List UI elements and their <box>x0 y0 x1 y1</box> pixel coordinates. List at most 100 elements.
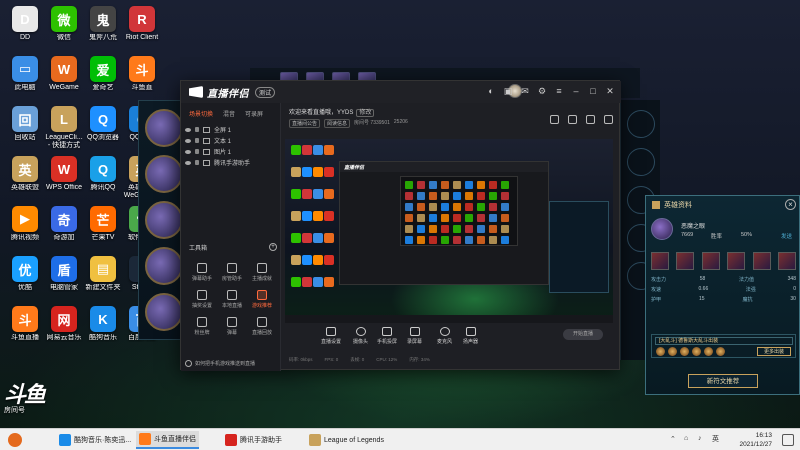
lock-icon[interactable] <box>195 138 199 143</box>
maximize-icon[interactable]: □ <box>588 86 598 96</box>
control-button[interactable]: 麦克风 <box>437 327 452 345</box>
add-tool-button[interactable]: + <box>269 243 277 251</box>
notification-icon[interactable] <box>782 434 794 446</box>
tool-button[interactable]: 粉丝牌 <box>187 317 217 336</box>
gift-icon[interactable]: ▣ <box>503 86 513 96</box>
scene-item[interactable]: 图片 1 <box>181 146 280 157</box>
hero-slot[interactable] <box>145 293 183 331</box>
recommend-runes-button[interactable]: 新符文推荐 <box>688 374 758 388</box>
room-meta-item[interactable]: 直播间公告 <box>289 119 321 128</box>
help-link[interactable]: 如何把手机游戏推送到直播 <box>195 360 255 367</box>
left-tab[interactable]: 可录屏 <box>245 109 263 118</box>
scene-item[interactable]: 文本 1 <box>181 135 280 146</box>
tray-chevron-icon[interactable]: ⌃ <box>670 435 679 444</box>
tool-button[interactable]: 直播回放 <box>247 317 277 336</box>
desktop-icon[interactable]: R Riot Client <box>119 4 165 54</box>
preview-app-icon <box>313 189 323 199</box>
nested-icon <box>489 192 497 200</box>
item-icon[interactable] <box>701 252 720 270</box>
start-button[interactable] <box>8 433 22 447</box>
status-item: FPS: 0 <box>324 357 339 362</box>
send-button[interactable]: 发送 <box>781 232 792 240</box>
left-tab[interactable]: 场景切换 <box>189 109 213 118</box>
network-icon[interactable]: ⌂ <box>684 435 693 444</box>
skin-icon[interactable]: ◐ <box>486 86 496 96</box>
ime-indicator[interactable]: 英 <box>712 434 719 444</box>
layout-icon[interactable] <box>550 115 559 124</box>
tool-button[interactable]: 弹幕助手 <box>187 263 217 282</box>
taskbar-app[interactable]: 腾讯手游助手 <box>222 431 285 449</box>
stat-cell: 30 <box>790 296 796 302</box>
tool-icon <box>257 317 267 327</box>
room-meta-item[interactable]: 阅读信息 <box>324 119 351 128</box>
app-icon <box>309 434 321 446</box>
control-button[interactable]: 录屏幕 <box>407 327 422 345</box>
taskbar-app[interactable]: 酷狗音乐·陈奕迅... <box>56 431 134 449</box>
control-button[interactable]: 扬声器 <box>463 327 478 345</box>
build-select[interactable]: [大乱斗] 德鲁斯大乱斗出装 <box>655 337 793 345</box>
douyu-watermark: 斗鱼 房间号 <box>4 383 48 423</box>
left-tab[interactable]: 混音 <box>223 109 235 118</box>
settings-icon[interactable]: ⚙ <box>537 86 547 96</box>
ring-icon <box>627 148 655 176</box>
minimize-icon[interactable]: – <box>571 86 581 96</box>
tool-button[interactable]: 弹幕 <box>217 317 247 336</box>
edit-title-button[interactable]: 修改 <box>356 109 375 117</box>
scene-item[interactable]: 全屏 1 <box>181 124 280 135</box>
item-icon[interactable] <box>727 252 746 270</box>
grid-icon[interactable] <box>568 115 577 124</box>
nested-icon <box>489 181 497 189</box>
eye-icon[interactable] <box>185 127 191 132</box>
more-builds-button[interactable]: 更多出装 <box>757 347 791 356</box>
close-icon[interactable]: × <box>785 199 796 210</box>
item-icon[interactable] <box>651 252 669 270</box>
hero-slot[interactable] <box>145 109 183 147</box>
lock-icon[interactable] <box>195 160 199 165</box>
desktop-icon[interactable]: 斗斗鱼直 <box>119 54 165 104</box>
volume-icon[interactable]: ♪ <box>698 435 707 444</box>
preview-app-icon <box>324 233 334 243</box>
close-icon[interactable]: ✕ <box>605 86 615 96</box>
window-titlebar[interactable]: 直播伴侣 测试 ◐ ▣ ✉ ⚙ ≡ – □ ✕ <box>181 81 621 103</box>
lock-icon[interactable] <box>195 149 199 154</box>
stat-cell: 348 <box>787 276 796 282</box>
app-icon: 英 <box>12 156 38 182</box>
nested-icon <box>405 203 413 211</box>
taskbar-app[interactable]: 斗鱼直播伴侣 <box>136 431 199 449</box>
mail-icon[interactable]: ✉ <box>520 86 530 96</box>
menu-icon[interactable]: ≡ <box>554 86 564 96</box>
scene-item[interactable]: 腾讯手游助手 <box>181 157 280 168</box>
rune-section: [大乱斗] 德鲁斯大乱斗出装 更多出装 <box>651 334 796 358</box>
start-live-button[interactable]: 开始直播 <box>563 329 603 340</box>
tool-button[interactable]: 游戏推荐 <box>247 290 277 309</box>
stream-preview[interactable]: 直播伴侣 <box>285 139 613 323</box>
app-icon: 盾 <box>51 256 77 282</box>
item-icon[interactable] <box>777 252 796 270</box>
app-icon: L <box>51 106 77 132</box>
gear-icon[interactable] <box>604 115 613 124</box>
hero-slot[interactable] <box>145 201 183 239</box>
control-button[interactable]: 手机投屏 <box>377 327 397 345</box>
tool-button[interactable]: 主播成就 <box>247 263 277 282</box>
control-button[interactable]: 直播设置 <box>321 327 341 345</box>
watermark-logo: 斗鱼 <box>4 382 46 407</box>
taskbar-app[interactable]: League of Legends <box>306 431 387 449</box>
tool-icon[interactable] <box>586 115 595 124</box>
tool-button[interactable]: 抽奖设置 <box>187 290 217 309</box>
tool-button[interactable]: 本地直播 <box>217 290 247 309</box>
eye-icon[interactable] <box>185 160 191 165</box>
item-icon[interactable] <box>752 252 771 270</box>
preview-app-icon <box>302 211 312 221</box>
eye-icon[interactable] <box>185 149 191 154</box>
control-button[interactable]: 摄像头 <box>353 327 368 345</box>
lock-icon[interactable] <box>195 127 199 132</box>
hero-slot[interactable] <box>145 155 183 193</box>
app-icon: W <box>51 56 77 82</box>
eye-icon[interactable] <box>185 138 191 143</box>
tool-button[interactable]: 房管助手 <box>217 263 247 282</box>
clock[interactable]: 16:13 2021/12/27 <box>739 431 772 449</box>
hero-slot[interactable] <box>145 247 183 285</box>
item-icon[interactable] <box>676 252 695 270</box>
desktop-icon-label: Riot Client <box>125 34 159 41</box>
hero-portrait[interactable] <box>651 218 673 240</box>
